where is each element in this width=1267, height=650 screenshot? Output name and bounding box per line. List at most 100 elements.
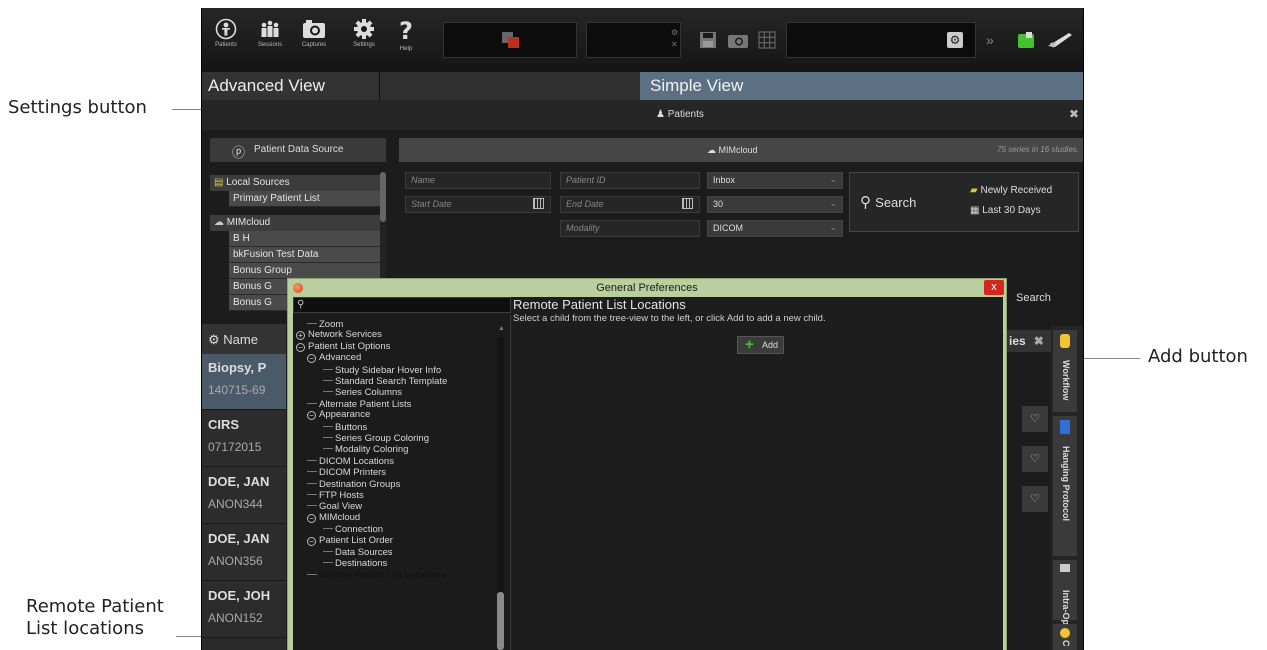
list-item[interactable]: DOE, JOH ANON152 [202, 582, 286, 638]
source-item[interactable]: Bonus Group [229, 263, 380, 279]
tree-item[interactable]: Buttons [323, 421, 367, 433]
tree-branch-line [323, 523, 333, 530]
mimcloud-group[interactable]: ☁ MIMcloud [210, 215, 380, 231]
tree-item[interactable]: Study Sidebar Hover Info [323, 364, 441, 376]
tree-item[interactable]: Alternate Patient Lists [307, 398, 411, 410]
expand-chevron-icon[interactable]: » [986, 32, 994, 48]
sessions-label: Sessions [257, 42, 283, 48]
name-input[interactable]: Name [405, 172, 551, 189]
patient-name: DOE, JAN [208, 474, 270, 489]
patients-button[interactable]: Patients [206, 18, 246, 64]
tree-scrollbar-thumb[interactable] [497, 592, 504, 650]
collapse-icon[interactable]: − [307, 513, 316, 523]
source-item[interactable]: bkFusion Test Data [229, 247, 380, 263]
collapse-icon[interactable]: − [307, 411, 316, 421]
tree-item[interactable]: − Patient List Options [296, 341, 390, 352]
tree-item[interactable]: Series Group Coloring [323, 432, 429, 444]
chevron-down-icon: ⌄ [829, 198, 837, 208]
list-item[interactable]: Biopsy, P 140715-69 [202, 354, 286, 410]
tree-item[interactable]: DICOM Locations [307, 455, 394, 467]
tree-item[interactable]: Goal View [307, 500, 362, 512]
search-label-2[interactable]: Search [1016, 292, 1051, 304]
tree-item-label: Goal View [319, 501, 363, 513]
primary-patient-list-item[interactable]: Primary Patient List [229, 191, 380, 207]
help-button[interactable]: ? Help [386, 18, 426, 64]
tab-partial[interactable]: C [1053, 624, 1077, 650]
annotated-screenshot: Settings button Add button Remote Patien… [0, 0, 1267, 650]
collapse-icon[interactable]: − [307, 354, 316, 364]
list-item[interactable]: CIRS 07172015 [202, 411, 286, 467]
tree-scrollbar[interactable] [497, 337, 504, 650]
tab-advanced-view[interactable]: Advanced View [202, 72, 380, 100]
grid-icon[interactable] [758, 31, 776, 49]
collapse-icon[interactable]: − [307, 536, 316, 546]
tree-item[interactable]: − Advanced [307, 352, 361, 364]
dialog-body: ⚲ Zoom + Network Services − Patient List Opt… [293, 297, 1003, 650]
tab-icon [1060, 628, 1070, 638]
tree-item[interactable]: Connection [323, 523, 383, 535]
tab-hanging-protocol[interactable]: Hanging Protocol [1053, 416, 1077, 556]
start-date-input[interactable]: Start Date [405, 196, 551, 213]
favorite-icon[interactable]: ♡ [1022, 486, 1048, 512]
tree-item[interactable]: Series Columns [323, 386, 402, 398]
calendar-icon[interactable] [533, 198, 544, 209]
newly-received-link[interactable]: ▰ Newly Received [970, 185, 1052, 196]
close-dialog-button[interactable]: x [984, 280, 1004, 295]
tree-item[interactable]: Destination Groups [307, 478, 400, 490]
collapse-icon[interactable]: − [296, 342, 305, 352]
tree-item[interactable]: Modality Coloring [323, 443, 408, 455]
scroll-up-icon[interactable]: ▲ [498, 325, 505, 332]
expand-icon[interactable]: + [296, 331, 305, 341]
list-item[interactable]: DOE, JAN ANON344 [202, 468, 286, 524]
sessions-button[interactable]: Sessions [250, 18, 290, 64]
preferences-tree: Zoom + Network Services − Patient List Optio… [293, 315, 511, 650]
series-panel-header: ies ✖ [1007, 330, 1051, 352]
tree-item[interactable]: Destinations [323, 557, 387, 569]
tree-item-selected[interactable]: Remote Patient List Locations [307, 569, 445, 581]
list-item[interactable]: DOE, JAN ANON356 [202, 525, 286, 581]
tab-workflow[interactable]: Workflow [1053, 330, 1077, 412]
calendar-icon[interactable] [682, 198, 693, 209]
patients-label: Patients [215, 42, 237, 48]
search-button[interactable]: ⚲ Search [860, 193, 916, 211]
modality-input[interactable]: Modality [560, 220, 700, 237]
end-date-input[interactable]: End Date [560, 196, 700, 213]
camera-small-icon[interactable] [727, 31, 749, 49]
days-select[interactable]: 30 ⌄ [707, 196, 843, 213]
tab-simple-view[interactable]: Simple View [640, 72, 1083, 100]
close-patients-icon[interactable]: ✖ [1069, 107, 1079, 121]
chevron-down-icon: ⌄ [829, 174, 837, 184]
tree-item[interactable]: − Patient List Order [307, 535, 393, 546]
last-30-days-link[interactable]: ▦ Last 30 Days [970, 205, 1041, 216]
patient-id-input[interactable]: Patient ID [560, 172, 700, 189]
local-sources-group[interactable]: ▤ Local Sources [210, 175, 380, 191]
gear-small-icon[interactable]: ⚙ [208, 332, 223, 347]
captures-button[interactable]: Captures [294, 18, 334, 64]
modality-select[interactable]: DICOM ⌄ [707, 220, 843, 237]
tree-item-label: Connection [335, 524, 384, 536]
tab-intra-op[interactable]: Intra-Op [1053, 560, 1077, 625]
tree-item[interactable]: FTP Hosts [307, 489, 364, 501]
intra-op-label: Intra-Op [1061, 590, 1071, 625]
patient-small-icon: ♟ [656, 109, 668, 120]
add-button[interactable]: + Add [737, 336, 784, 354]
settings-button[interactable]: Settings [344, 18, 384, 64]
favorite-icon[interactable]: ♡ [1022, 446, 1048, 472]
tree-item[interactable]: Data Sources [323, 546, 393, 558]
tree-search-input[interactable]: ⚲ [293, 297, 511, 313]
tree-item[interactable]: Standard Search Template [323, 375, 447, 387]
source-item[interactable]: B H [229, 231, 380, 247]
favorite-icon[interactable]: ♡ [1022, 406, 1048, 432]
tree-item[interactable]: + Network Services [296, 329, 382, 341]
tree-item[interactable]: − Appearance [307, 409, 370, 421]
save-icon[interactable] [699, 31, 717, 49]
inbox-select[interactable]: Inbox ⌄ [707, 172, 843, 189]
small-arrows-icon: ⚙ ✕ [671, 28, 679, 49]
tree-item[interactable]: − MIMcloud [307, 512, 360, 523]
tree-item[interactable]: Zoom [307, 318, 343, 330]
close-series-icon[interactable]: ✖ [1034, 334, 1044, 348]
tree-item[interactable]: DICOM Printers [307, 466, 386, 478]
name-column-header[interactable]: Name [223, 332, 258, 347]
settings-small-icon[interactable]: ⚙ [947, 32, 963, 48]
tree-item-label: Patient List Order [319, 534, 393, 546]
